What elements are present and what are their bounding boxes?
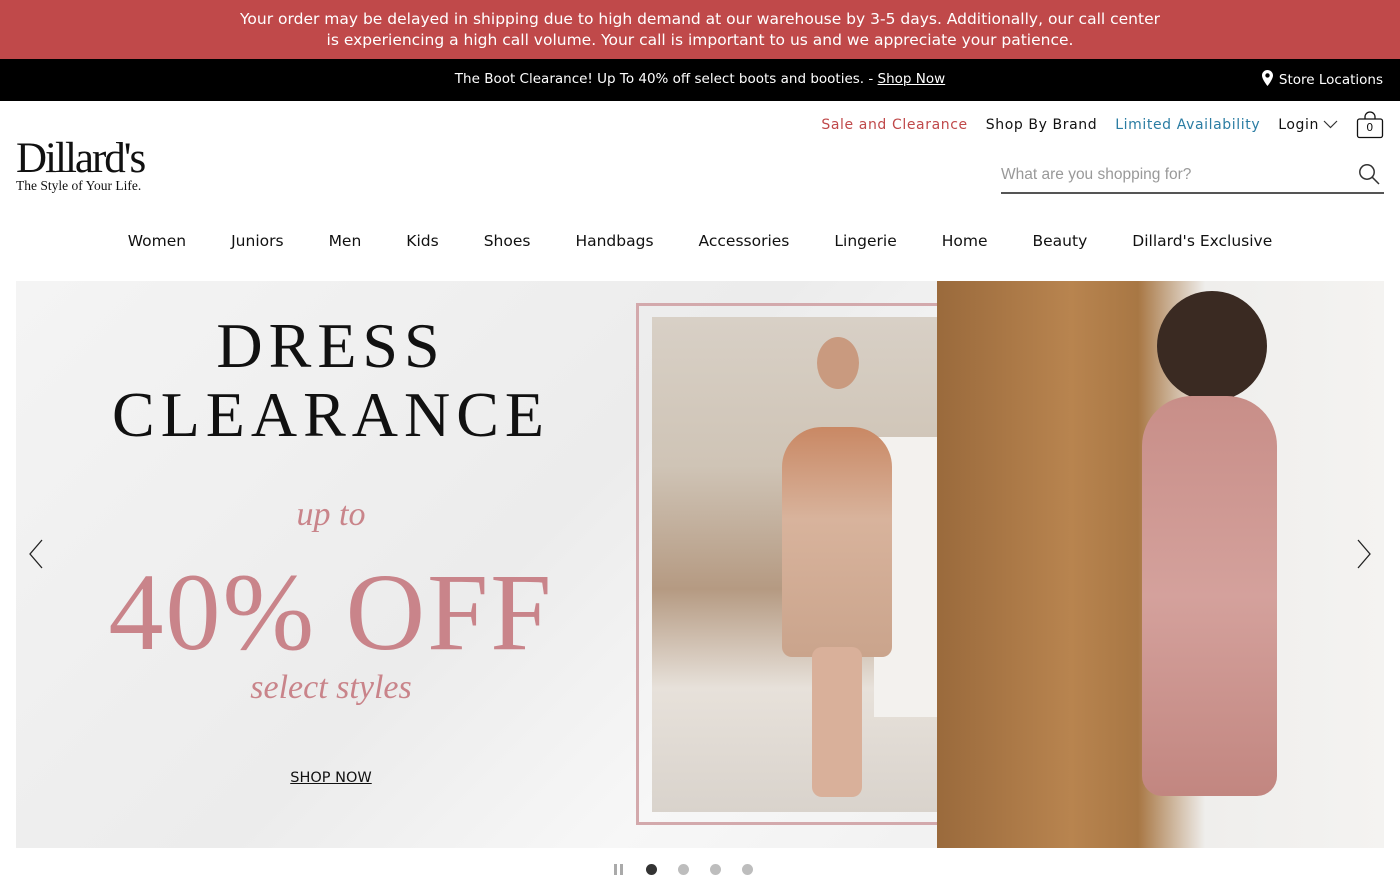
store-locations-label: Store Locations: [1278, 72, 1383, 88]
search-icon[interactable]: [1358, 163, 1380, 189]
nav-item-juniors[interactable]: Juniors: [209, 232, 306, 250]
limited-availability-link[interactable]: Limited Availability: [1115, 117, 1260, 133]
nav-item-dillards-exclusive[interactable]: Dillard's Exclusive: [1110, 232, 1295, 250]
hero-discount: 40% OFF: [108, 551, 554, 673]
hero-select-styles: select styles: [250, 669, 412, 706]
alert-line-2: is experiencing a high call volume. Your…: [326, 31, 1074, 49]
nav-item-accessories[interactable]: Accessories: [676, 232, 812, 250]
map-pin-icon: [1261, 70, 1273, 90]
promo-message: The Boot Clearance! Up To 40% off select…: [0, 71, 1400, 87]
carousel-prev-arrow-icon[interactable]: [28, 539, 44, 573]
carousel-dot-2[interactable]: [678, 864, 689, 875]
nav-item-men[interactable]: Men: [306, 232, 384, 250]
promo-shop-now-link[interactable]: Shop Now: [878, 71, 946, 87]
carousel-next-arrow-icon[interactable]: [1356, 539, 1372, 573]
hero-up-to: up to: [296, 496, 366, 533]
promo-text: The Boot Clearance! Up To 40% off select…: [454, 71, 878, 87]
photo-model-head: [817, 337, 859, 389]
sale-and-clearance-link[interactable]: Sale and Clearance: [821, 117, 967, 133]
nav-item-handbags[interactable]: Handbags: [553, 232, 676, 250]
logo-wordmark: Dillard's: [16, 135, 146, 182]
shipping-alert-banner: Your order may be delayed in shipping du…: [0, 0, 1400, 59]
photo-pink-dress: [1142, 396, 1277, 796]
photo-model-hair: [1157, 291, 1267, 401]
dillards-logo[interactable]: Dillard's The Style of Your Life.: [16, 135, 146, 194]
chevron-down-icon: [1323, 117, 1338, 133]
login-label: Login: [1278, 117, 1319, 133]
nav-item-home[interactable]: Home: [919, 232, 1010, 250]
model-pink-dress-photo: [937, 281, 1384, 848]
hero-title-line-2: CLEARANCE: [112, 379, 550, 450]
utility-nav: Sale and Clearance Shop By Brand Limited…: [803, 111, 1384, 139]
main-category-nav: Women Juniors Men Kids Shoes Handbags Ac…: [0, 232, 1400, 250]
photo-feather-dress: [782, 427, 892, 657]
shopping-bag-button[interactable]: 0: [1356, 111, 1384, 139]
carousel-dot-4[interactable]: [742, 864, 753, 875]
promo-bar: The Boot Clearance! Up To 40% off select…: [0, 59, 1400, 101]
nav-item-kids[interactable]: Kids: [384, 232, 461, 250]
pause-icon[interactable]: [614, 864, 623, 875]
hero-title-line-1: DRESS: [216, 310, 446, 381]
nav-item-shoes[interactable]: Shoes: [461, 232, 553, 250]
hero-shop-now-link[interactable]: SHOP NOW: [16, 770, 646, 786]
bag-count: 0: [1366, 121, 1374, 134]
carousel-dot-1[interactable]: [646, 864, 657, 875]
hero-text-panel: DRESS CLEARANCE up to 40% OFF select sty…: [16, 281, 646, 848]
nav-item-beauty[interactable]: Beauty: [1010, 232, 1110, 250]
search-bar: [1001, 160, 1384, 194]
carousel-dot-3[interactable]: [710, 864, 721, 875]
nav-item-women[interactable]: Women: [105, 232, 208, 250]
login-menu[interactable]: Login: [1278, 117, 1338, 133]
alert-line-1: Your order may be delayed in shipping du…: [240, 10, 1160, 28]
photo-model-legs: [812, 647, 862, 797]
logo-tagline: The Style of Your Life.: [16, 178, 142, 193]
store-locations-link[interactable]: Store Locations: [1261, 70, 1383, 90]
shop-by-brand-link[interactable]: Shop By Brand: [986, 117, 1098, 133]
nav-item-lingerie[interactable]: Lingerie: [812, 232, 919, 250]
search-input[interactable]: [1001, 160, 1341, 190]
carousel-controls: [614, 864, 753, 875]
hero-carousel-slide[interactable]: DRESS CLEARANCE up to 40% OFF select sty…: [16, 281, 1384, 848]
